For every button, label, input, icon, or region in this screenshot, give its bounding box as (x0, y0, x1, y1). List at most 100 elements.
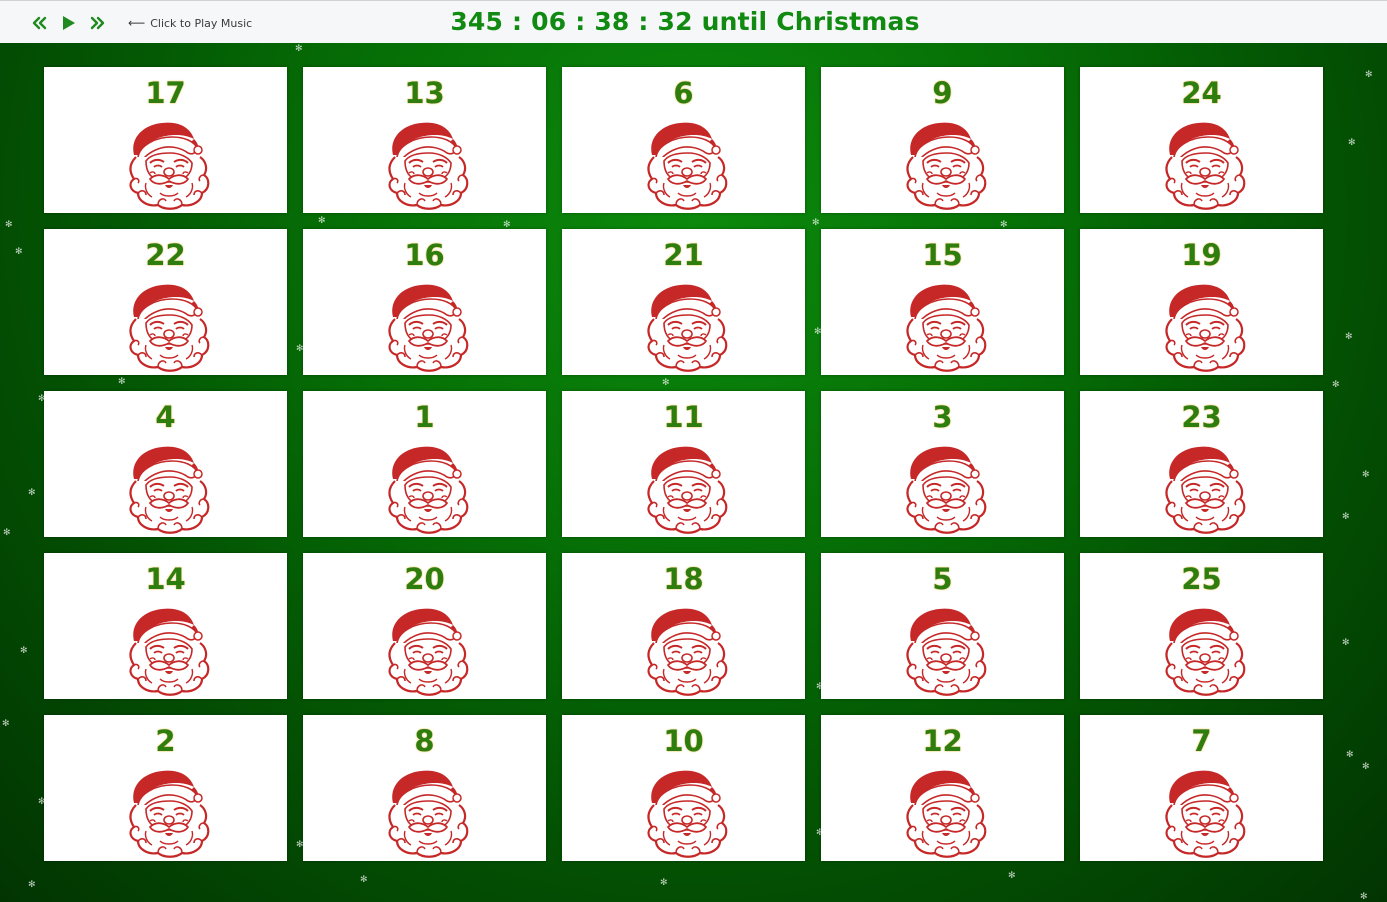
santa-face-icon (120, 765, 212, 859)
santa-face-icon (379, 117, 471, 211)
snowflake-icon: ✻ (295, 44, 303, 54)
santa-face-icon (897, 117, 989, 211)
santa-face-icon (638, 279, 730, 373)
advent-door[interactable]: 11 (562, 391, 805, 537)
santa-face-icon (897, 441, 989, 535)
santa-face-icon (638, 603, 730, 697)
santa-face-icon (1156, 117, 1248, 211)
advent-door[interactable]: 7 (1080, 715, 1323, 861)
santa-face-icon (120, 603, 212, 697)
snowflake-icon: ✻ (1008, 871, 1016, 881)
snowflake-icon: ✻ (1345, 332, 1353, 342)
advent-door[interactable]: 1 (303, 391, 546, 537)
snowflake-icon: ✻ (1332, 380, 1340, 390)
santa-face-icon (638, 441, 730, 535)
snowflake-icon: ✻ (20, 646, 28, 656)
advent-door[interactable]: 3 (821, 391, 1064, 537)
door-number: 2 (155, 724, 176, 758)
santa-face-icon (120, 441, 212, 535)
advent-door[interactable]: 5 (821, 553, 1064, 699)
santa-face-icon (638, 117, 730, 211)
santa-face-icon (379, 279, 471, 373)
santa-face-icon (1156, 765, 1248, 859)
snowflake-icon: ✻ (5, 220, 13, 230)
door-number: 5 (932, 562, 953, 596)
advent-door[interactable]: 6 (562, 67, 805, 213)
snowflake-icon: ✻ (660, 878, 668, 888)
door-number: 3 (932, 400, 953, 434)
advent-door[interactable]: 25 (1080, 553, 1323, 699)
door-number: 14 (145, 562, 186, 596)
door-number: 13 (404, 76, 445, 110)
advent-door[interactable]: 23 (1080, 391, 1323, 537)
door-number: 15 (922, 238, 963, 272)
door-number: 7 (1191, 724, 1212, 758)
snowflake-icon: ✻ (1346, 750, 1354, 760)
door-number: 4 (155, 400, 176, 434)
snowflake-icon: ✻ (28, 880, 36, 890)
advent-door[interactable]: 19 (1080, 229, 1323, 375)
snowflake-icon: ✻ (360, 875, 368, 885)
door-number: 23 (1181, 400, 1222, 434)
advent-door[interactable]: 9 (821, 67, 1064, 213)
door-number: 20 (404, 562, 445, 596)
door-number: 24 (1181, 76, 1222, 110)
christmas-countdown: 345 : 06 : 38 : 32 until Christmas (450, 7, 920, 36)
snowflake-icon: ✻ (1342, 512, 1350, 522)
santa-face-icon (1156, 279, 1248, 373)
door-number: 10 (663, 724, 704, 758)
snowflake-icon: ✻ (1362, 470, 1370, 480)
door-number: 6 (673, 76, 694, 110)
santa-face-icon (379, 441, 471, 535)
door-number: 21 (663, 238, 704, 272)
advent-door[interactable]: 15 (821, 229, 1064, 375)
santa-face-icon (1156, 603, 1248, 697)
top-bar: ⟵ Click to Play Music 345 : 06 : 38 : 32… (0, 0, 1387, 43)
advent-door[interactable]: 21 (562, 229, 805, 375)
santa-face-icon (897, 279, 989, 373)
advent-door[interactable]: 12 (821, 715, 1064, 861)
door-number: 9 (932, 76, 953, 110)
door-number: 17 (145, 76, 186, 110)
door-number: 8 (414, 724, 435, 758)
santa-face-icon (1156, 441, 1248, 535)
advent-door[interactable]: 8 (303, 715, 546, 861)
advent-door[interactable]: 13 (303, 67, 546, 213)
advent-door[interactable]: 2 (44, 715, 287, 861)
door-number: 19 (1181, 238, 1222, 272)
advent-door[interactable]: 10 (562, 715, 805, 861)
snowflake-icon: ✻ (1348, 138, 1356, 148)
door-number: 16 (404, 238, 445, 272)
door-number: 11 (663, 400, 704, 434)
snowflake-icon: ✻ (1362, 762, 1370, 772)
advent-door[interactable]: 22 (44, 229, 287, 375)
santa-face-icon (897, 765, 989, 859)
advent-door[interactable]: 14 (44, 553, 287, 699)
advent-calendar-board: ✻✻✻✻✻✻✻✻✻✻✻✻✻✻✻✻✻✻✻✻✻✻✻✻✻✻✻✻✻✻✻✻✻✻✻✻ 171… (0, 43, 1387, 902)
santa-face-icon (120, 117, 212, 211)
advent-door[interactable]: 18 (562, 553, 805, 699)
advent-door[interactable]: 24 (1080, 67, 1323, 213)
snowflake-icon: ✻ (2, 719, 10, 729)
snowflake-icon: ✻ (1360, 892, 1368, 902)
santa-face-icon (638, 765, 730, 859)
door-number: 25 (1181, 562, 1222, 596)
santa-face-icon (120, 279, 212, 373)
door-number: 12 (922, 724, 963, 758)
santa-face-icon (379, 765, 471, 859)
advent-door[interactable]: 20 (303, 553, 546, 699)
door-number: 22 (145, 238, 186, 272)
snowflake-icon: ✻ (1342, 638, 1350, 648)
door-number: 18 (663, 562, 704, 596)
snowflake-icon: ✻ (3, 528, 11, 538)
snowflake-icon: ✻ (28, 488, 36, 498)
snowflake-icon: ✻ (1365, 70, 1373, 80)
advent-door[interactable]: 17 (44, 67, 287, 213)
snowflake-icon: ✻ (15, 247, 23, 257)
advent-door-grid: 17 13 6 9 24 22 16 21 15 19 4 1 11 3 23 14 20 18 5 25 2 8 10 12… (44, 67, 1323, 861)
santa-face-icon (379, 603, 471, 697)
santa-face-icon (897, 603, 989, 697)
door-number: 1 (414, 400, 435, 434)
advent-door[interactable]: 4 (44, 391, 287, 537)
advent-door[interactable]: 16 (303, 229, 546, 375)
